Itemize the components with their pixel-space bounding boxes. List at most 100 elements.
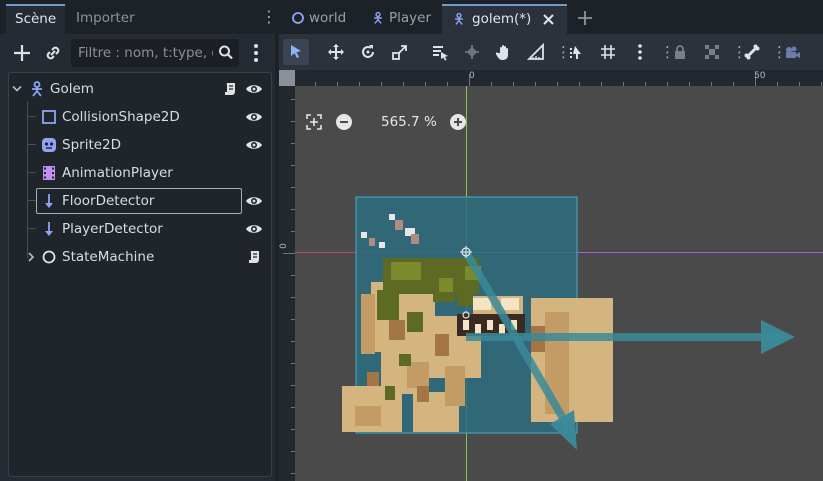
scene-tab-label: Player bbox=[389, 10, 432, 26]
camera-icon bbox=[786, 46, 800, 58]
canvas-viewport: 0 50 0 565.7 % bbox=[279, 70, 823, 481]
camera-override-button[interactable] bbox=[779, 39, 805, 65]
chevron-down-icon[interactable] bbox=[12, 85, 22, 93]
tab-scene[interactable]: Scène bbox=[6, 4, 66, 34]
script-icon[interactable] bbox=[222, 81, 238, 97]
scene-canvas[interactable]: 565.7 % bbox=[295, 86, 823, 481]
zoom-level-label[interactable]: 565.7 % bbox=[381, 112, 437, 132]
plus-circle-icon bbox=[450, 114, 466, 130]
smart-snap-button[interactable] bbox=[563, 39, 589, 65]
ruler-horizontal[interactable]: 0 50 bbox=[295, 70, 823, 86]
tree-item-label: CollisionShape2D bbox=[62, 109, 180, 125]
zoom-in-button[interactable] bbox=[449, 113, 467, 131]
list-select-icon bbox=[433, 46, 448, 61]
lock-button[interactable] bbox=[667, 39, 693, 65]
scene-tab-player[interactable]: Player bbox=[363, 4, 439, 34]
filter-input[interactable] bbox=[71, 39, 213, 67]
raycast-arrowhead bbox=[761, 320, 795, 354]
rotate-mode-button[interactable] bbox=[355, 39, 381, 65]
collisionshape2d-icon bbox=[42, 110, 56, 124]
eye-icon[interactable] bbox=[245, 194, 263, 208]
tree-item-floordetector[interactable]: FloorDetector bbox=[9, 187, 271, 215]
toolbar-separator: ⋮ bbox=[660, 43, 675, 61]
animationplayer-icon bbox=[43, 166, 55, 180]
sprite2d-icon bbox=[42, 138, 56, 152]
canvas-toolbar: ⋮ ⋮ ⋮ ⋮ bbox=[279, 34, 823, 70]
ruler-label: 0 bbox=[469, 71, 475, 81]
zoom-reset-icon[interactable] bbox=[305, 113, 323, 131]
tree-item-label: StateMachine bbox=[62, 249, 155, 265]
minus-circle-icon bbox=[336, 114, 352, 130]
pan-mode-button[interactable] bbox=[491, 39, 517, 65]
script-icon[interactable] bbox=[246, 249, 262, 265]
add-scene-tab-button[interactable] bbox=[575, 8, 595, 28]
tab-import[interactable]: Importer bbox=[67, 4, 144, 34]
pivot-mode-button[interactable] bbox=[459, 39, 485, 65]
grid-icon bbox=[601, 45, 615, 59]
snap-options-button[interactable] bbox=[627, 39, 653, 65]
eye-icon[interactable] bbox=[245, 82, 263, 96]
dock-tab-bar: Scène Importer ⋮ bbox=[0, 0, 277, 34]
plus-icon bbox=[578, 11, 592, 25]
zoom-out-button[interactable] bbox=[335, 113, 353, 131]
raycast2d-icon bbox=[45, 222, 53, 236]
characterbody2d-icon bbox=[32, 81, 42, 97]
eye-icon[interactable] bbox=[245, 110, 263, 124]
characterbody2d-icon bbox=[455, 12, 463, 25]
tree-item-playerdetector[interactable]: PlayerDetector bbox=[9, 215, 271, 243]
ruler-mode-button[interactable] bbox=[523, 39, 549, 65]
move-arrows-icon bbox=[328, 44, 344, 60]
dock-menu-icon[interactable]: ⋮ bbox=[261, 8, 277, 28]
add-node-button[interactable] bbox=[9, 40, 35, 66]
list-select-button[interactable] bbox=[427, 39, 453, 65]
plus-icon bbox=[14, 45, 30, 61]
scene-tree: Golem CollisionShape2D Sprite2D Animatio… bbox=[8, 72, 272, 477]
tree-item-collisionshape2d[interactable]: CollisionShape2D bbox=[9, 103, 271, 131]
lock-icon bbox=[675, 45, 685, 59]
filter-field[interactable] bbox=[71, 39, 239, 67]
ruler-corner bbox=[279, 70, 295, 86]
hand-icon bbox=[495, 45, 508, 60]
scale-mode-button[interactable] bbox=[387, 39, 413, 65]
ruler-ticks bbox=[315, 74, 822, 86]
search-icon bbox=[219, 45, 233, 60]
group-icon bbox=[705, 45, 719, 59]
scene-tab-world[interactable]: world bbox=[283, 4, 359, 34]
skeleton-button[interactable] bbox=[739, 39, 765, 65]
eye-icon[interactable] bbox=[245, 138, 263, 152]
scene-options-menu[interactable] bbox=[243, 40, 269, 66]
tree-item-label: FloorDetector bbox=[62, 193, 155, 209]
tree-item-golem[interactable]: Golem bbox=[9, 75, 271, 103]
kebab-menu-icon bbox=[638, 44, 642, 60]
tree-item-label: Sprite2D bbox=[62, 137, 122, 153]
ruler-icon bbox=[527, 43, 544, 60]
tree-item-label: AnimationPlayer bbox=[62, 165, 173, 181]
scene-dock: Scène Importer ⋮ Golem bbox=[0, 0, 277, 481]
scene-tab-label: world bbox=[309, 10, 347, 26]
tree-item-animationplayer[interactable]: AnimationPlayer bbox=[9, 159, 271, 187]
scene-tab-label: golem(*) bbox=[472, 11, 532, 27]
select-mode-button[interactable] bbox=[283, 39, 309, 65]
scale-icon bbox=[392, 45, 407, 60]
move-mode-button[interactable] bbox=[323, 39, 349, 65]
group-button[interactable] bbox=[699, 39, 725, 65]
tree-item-sprite2d[interactable]: Sprite2D bbox=[9, 131, 271, 159]
eye-icon[interactable] bbox=[245, 222, 263, 236]
canvas-drawing bbox=[295, 86, 823, 481]
pivot-icon bbox=[465, 45, 479, 59]
ruler-label: 50 bbox=[754, 71, 766, 81]
node-icon bbox=[292, 12, 304, 24]
scene-tab-golem[interactable]: golem(*) bbox=[442, 4, 567, 34]
ruler-ticks bbox=[283, 99, 295, 474]
ruler-label: 0 bbox=[278, 243, 289, 249]
chevron-right-icon[interactable] bbox=[27, 252, 35, 262]
close-icon[interactable] bbox=[542, 13, 555, 26]
grid-snap-button[interactable] bbox=[595, 39, 621, 65]
bone-icon bbox=[744, 44, 760, 60]
toolbar-separator: ⋮ bbox=[556, 43, 571, 61]
tab-import-label: Importer bbox=[76, 10, 135, 26]
raycast2d-icon bbox=[45, 194, 53, 208]
tree-item-statemachine[interactable]: StateMachine bbox=[9, 243, 271, 271]
ruler-vertical[interactable]: 0 bbox=[279, 86, 295, 481]
instance-scene-button[interactable] bbox=[40, 40, 66, 66]
